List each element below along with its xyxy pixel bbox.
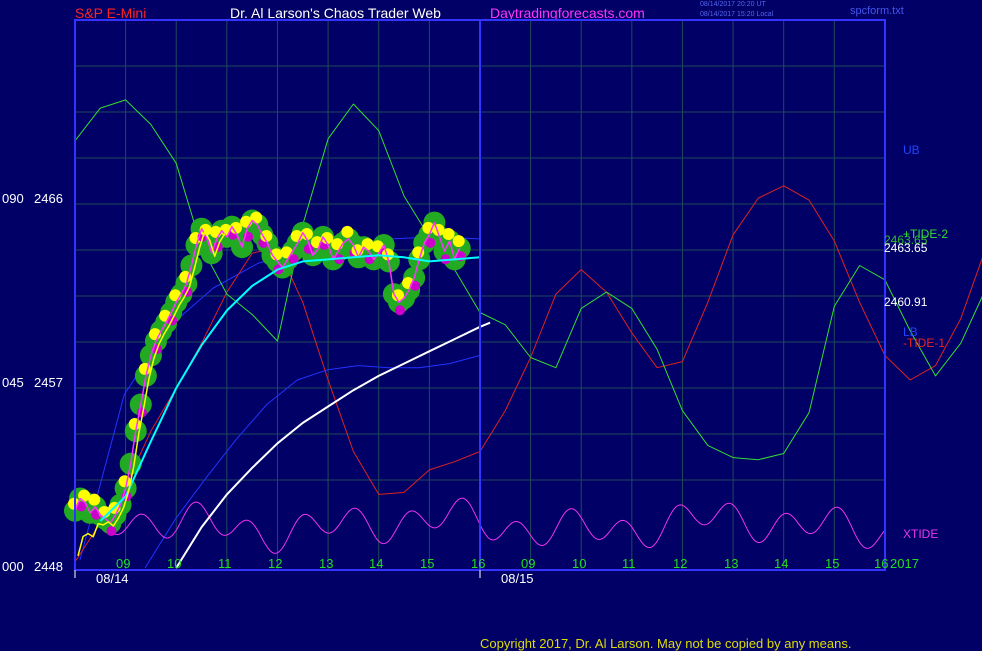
x-tick-label: 14 — [369, 556, 384, 571]
electric-low-marker — [394, 305, 405, 316]
x-tick-label: 14 — [774, 556, 789, 571]
x-tick-label: 10 — [572, 556, 587, 571]
y-label-top-left: 090 — [2, 191, 24, 206]
electric-high-marker — [169, 289, 182, 302]
electric-low-marker — [106, 526, 117, 537]
price-line — [74, 219, 461, 524]
electric-high-marker — [128, 418, 141, 431]
x-tick-label: 10 — [167, 556, 182, 571]
electric-high-marker — [209, 225, 222, 238]
upper-band-label: UB — [903, 143, 920, 157]
x-tick-label: 12 — [268, 556, 283, 571]
date-label-day1: 08/14 — [96, 571, 129, 586]
electric-high-marker — [331, 238, 344, 251]
x-tick-label: 13 — [319, 556, 334, 571]
electric-high-marker — [341, 225, 354, 238]
x-tick-label: 09 — [116, 556, 131, 571]
electric-high-marker — [452, 235, 465, 248]
date-label-day2: 08/15 — [501, 571, 534, 586]
chart-frame — [74, 19, 886, 578]
year-label: 2017 — [890, 556, 919, 571]
price-chart — [64, 19, 982, 578]
y-label-top-price: 2466 — [34, 191, 63, 206]
electric-high-marker — [88, 493, 101, 506]
x-tick-label: 12 — [673, 556, 688, 571]
xtide-label: XTIDE — [903, 527, 939, 541]
y-label-mid-left: 045 — [2, 375, 24, 390]
y-label-bottom-price: 2448 — [34, 559, 63, 574]
chart-series — [64, 99, 982, 569]
last-price-label: 2463.65 — [884, 241, 928, 255]
x-tick-label: 11 — [218, 556, 232, 571]
slow-average-value: 2460.91 — [884, 295, 928, 309]
y-label-bottom-left: 000 — [2, 559, 24, 574]
electric-high-marker — [118, 475, 131, 488]
y-label-mid-price: 2457 — [34, 375, 63, 390]
tide2-label: +TIDE-2 — [903, 227, 949, 241]
x-tick-label: 11 — [622, 556, 636, 571]
x-tick-label: 13 — [724, 556, 739, 571]
tide1-label: -TIDE-1 — [903, 336, 945, 350]
x-tick-label: 16 — [471, 556, 486, 571]
x-tick-label: 15 — [825, 556, 840, 571]
tide2-line — [74, 99, 982, 461]
electric-high-marker — [442, 227, 455, 240]
copyright-notice: Copyright 2017, Dr. Al Larson. May not b… — [480, 636, 852, 651]
x-tick-label: 16 — [874, 556, 889, 571]
x-tick-label: 09 — [521, 556, 536, 571]
x-tick-label: 15 — [420, 556, 435, 571]
